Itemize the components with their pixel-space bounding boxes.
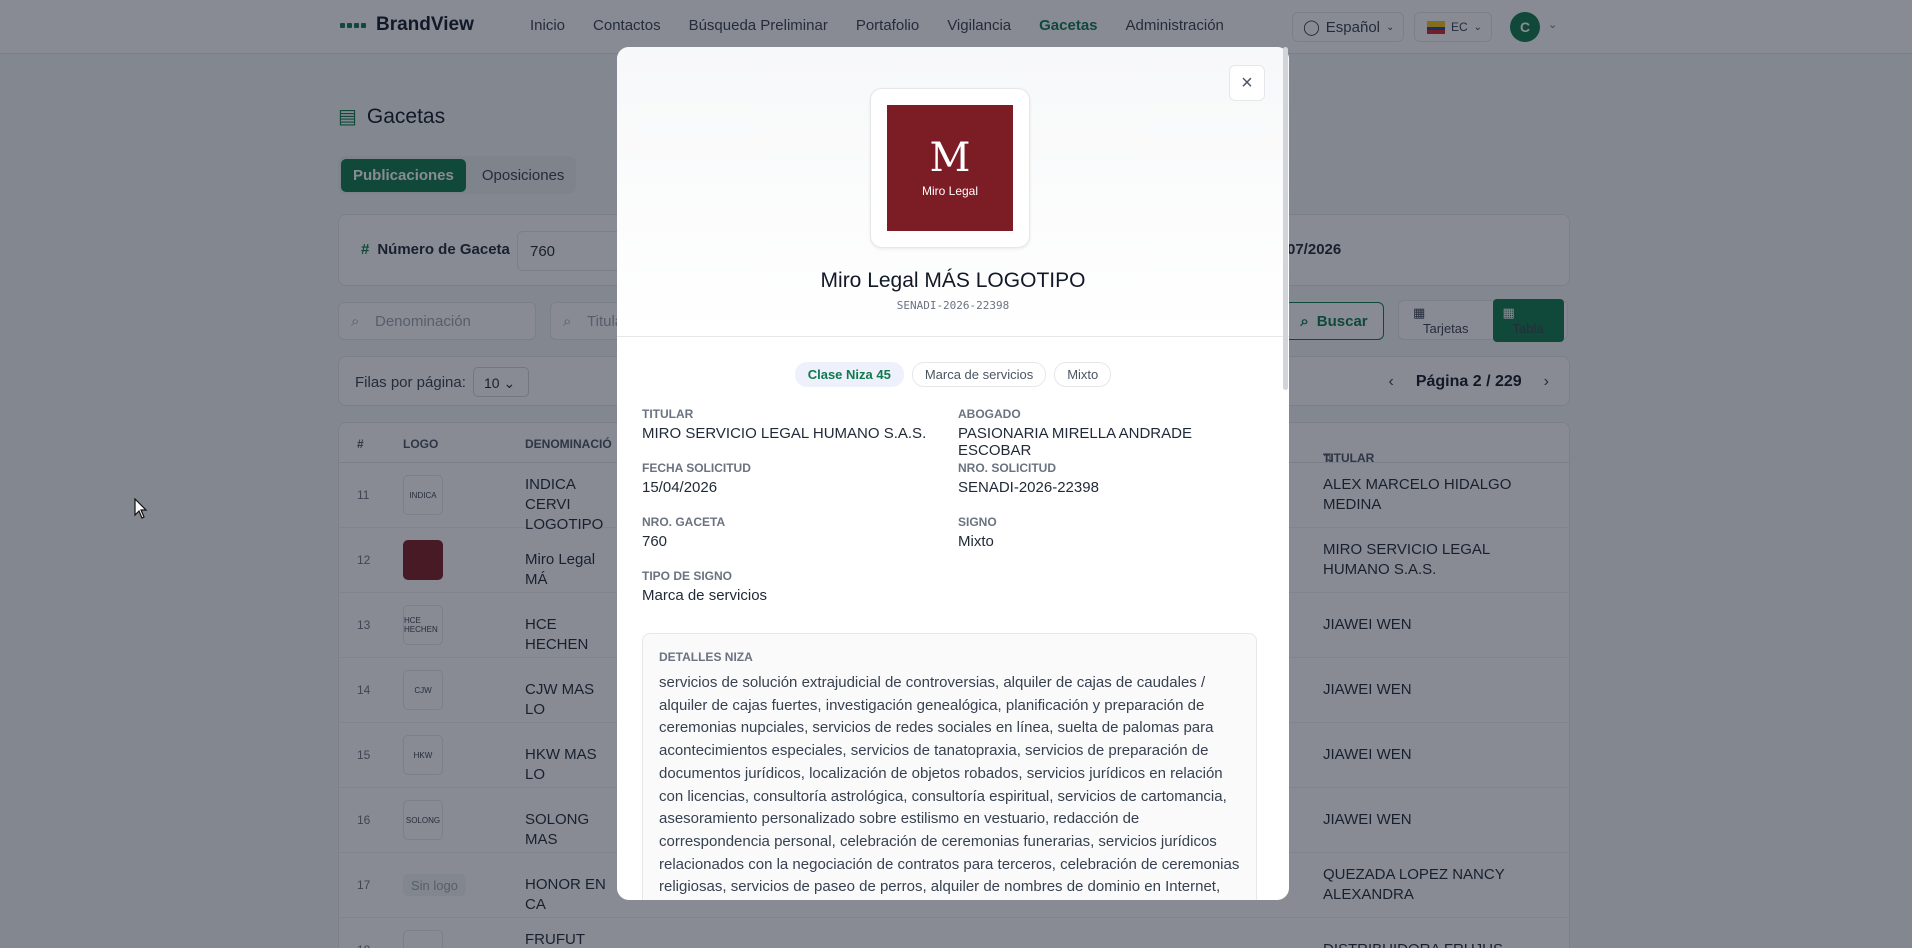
field-tipo-signo: TIPO DE SIGNO Marca de servicios [642,569,767,604]
field-nro-solicitud: NRO. SOLICITUD SENADI-2026-22398 [958,461,1099,496]
field-signo: SIGNO Mixto [958,515,997,550]
trademark-logo: M Miro Legal [870,88,1030,248]
field-nro-gaceta: NRO. GACETA 760 [642,515,725,550]
field-titular: TITULAR MIRO SERVICIO LEGAL HUMANO S.A.S… [642,407,926,442]
field-label: TIPO DE SIGNO [642,569,733,583]
field-value: 15/04/2026 [642,479,718,496]
niza-details-text: servicios de solución extrajudicial de c… [659,674,1240,896]
field-label: NRO. GACETA [642,515,726,529]
trademark-detail-modal: × M Miro Legal Miro Legal MÁS LOGOTIPO S… [617,47,1289,900]
field-abogado: ABOGADO PASIONARIA MIRELLA ANDRADE ESCOB… [958,407,1262,459]
logo-text: Miro Legal [921,184,979,198]
field-value: PASIONARIA MIRELLA ANDRADE ESCOBAR [958,425,1192,459]
modal-header: × M Miro Legal Miro Legal MÁS LOGOTIPO S… [617,47,1289,337]
field-fecha-solicitud: FECHA SOLICITUD 15/04/2026 [642,461,751,496]
niza-details-label: DETALLES NIZA [659,650,753,664]
field-value: Mixto [958,533,994,550]
field-value: MIRO SERVICIO LEGAL HUMANO S.A.S. [642,425,927,442]
logo-monogram: M [929,135,971,181]
trademark-code: SENADI-2026-22398 [896,299,1010,312]
mark-type-badge: Marca de servicios [911,362,1047,387]
miro-legal-logo-image: M Miro Legal [887,105,1013,231]
niza-class-badge: Clase Niza 45 [794,362,904,387]
close-button[interactable]: × [1229,65,1265,101]
badge-row: Clase Niza 45 Marca de servicios Mixto [617,362,1289,387]
field-label: SIGNO [958,515,997,529]
field-value: Marca de servicios [642,587,768,604]
trademark-title: Miro Legal MÁS LOGOTIPO [820,269,1086,292]
modal-scrollbar[interactable] [1283,47,1288,390]
close-icon: × [1241,71,1253,94]
sign-type-badge: Mixto [1054,362,1112,387]
field-label: TITULAR [642,407,694,421]
field-value: SENADI-2026-22398 [958,479,1099,496]
niza-details-box: DETALLES NIZA servicios de solución extr… [642,633,1257,900]
mouse-cursor-icon [134,498,148,519]
field-label: ABOGADO [958,407,1021,421]
field-label: NRO. SOLICITUD [958,461,1056,475]
field-label: FECHA SOLICITUD [642,461,751,475]
field-value: 760 [642,533,668,550]
